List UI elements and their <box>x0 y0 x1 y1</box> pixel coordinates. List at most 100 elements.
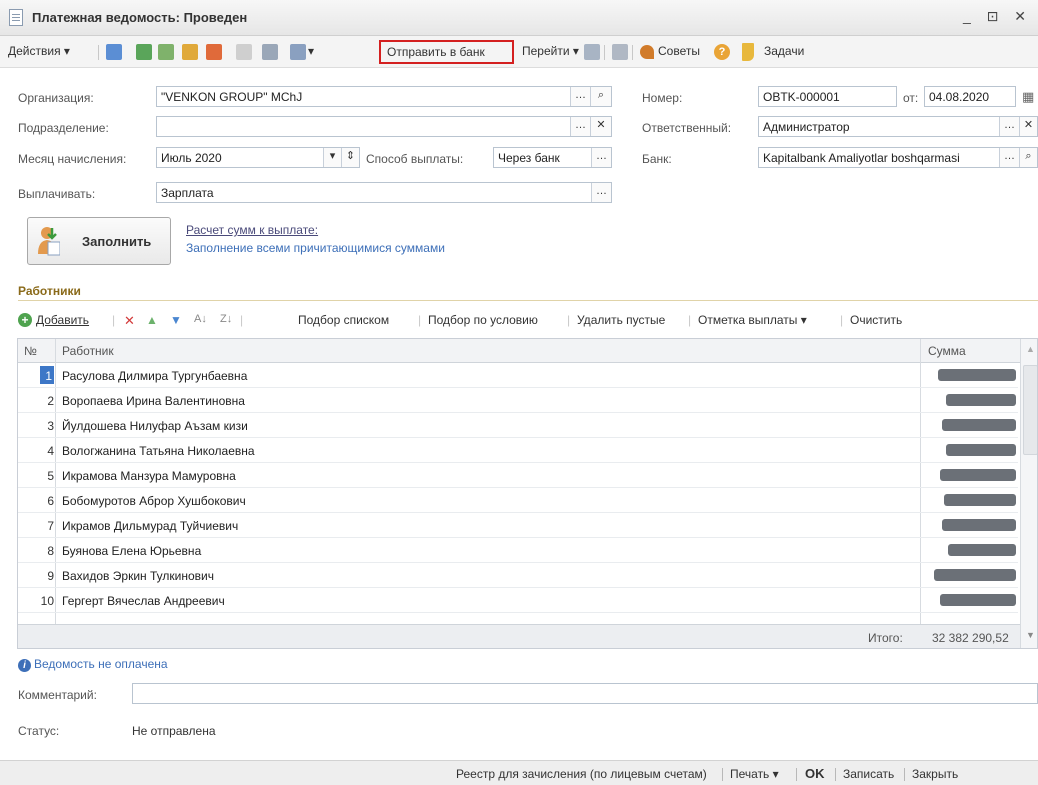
table-row[interactable]: 3 Йулдошева Нилуфар Аъзам кизи <box>18 413 1018 438</box>
table-scrollbar[interactable]: ▲ ▼ <box>1020 339 1037 648</box>
bar-separator <box>796 768 797 781</box>
document-up-icon[interactable] <box>206 44 222 60</box>
scroll-thumb[interactable] <box>1023 365 1037 455</box>
select-button[interactable]: … <box>570 117 590 136</box>
select-button[interactable]: … <box>570 87 590 106</box>
month-field[interactable]: Июль 2020 ▾ ⇕ <box>156 147 360 168</box>
toolbar-separator: | <box>840 313 844 327</box>
fill-all-link[interactable]: Заполнение всеми причитающимися суммами <box>186 241 445 255</box>
save-button[interactable]: Записать <box>843 767 894 781</box>
employees-section-title: Работники <box>18 284 81 298</box>
search-icon[interactable]: ⌕ <box>590 87 611 106</box>
add-button[interactable]: Добавить <box>36 313 89 327</box>
add-icon[interactable]: + <box>18 313 32 327</box>
sort-asc-icon[interactable]: A↓ <box>194 313 207 325</box>
employee-name: Икрамов Дильмурад Туйчиевич <box>62 519 239 533</box>
report-icon[interactable] <box>262 44 278 60</box>
document-down-icon[interactable] <box>182 44 198 60</box>
select-button[interactable]: … <box>591 183 611 202</box>
copy-icon[interactable] <box>158 44 174 60</box>
table-row[interactable]: 6 Бобомуротов Аброр Хушбокович <box>18 488 1018 513</box>
sort-desc-icon[interactable]: Z↓ <box>220 313 232 325</box>
delete-empty-button[interactable]: Удалить пустые <box>577 313 665 327</box>
toolbar-separator: | <box>418 313 422 327</box>
department-field[interactable]: … ✕ <box>156 116 612 137</box>
table-row[interactable]: 9 Вахидов Эркин Тулкинович <box>18 563 1018 588</box>
refresh-icon[interactable] <box>136 44 152 60</box>
scroll-up-icon[interactable]: ▲ <box>1026 344 1035 354</box>
bank-field[interactable]: Kapitalbank Amaliyotlar boshqarmasi … ⌕ <box>758 147 1038 168</box>
table-row[interactable]: 5 Икрамова Манзура Мамуровна <box>18 463 1018 488</box>
table-footer: Итого: 32 382 290,52 <box>18 624 1037 648</box>
date-field[interactable]: 04.08.2020 <box>924 86 1016 107</box>
bar-separator <box>722 768 723 781</box>
post-icon[interactable] <box>106 44 122 60</box>
table-row[interactable]: 10 Гергерт Вячеслав Андреевич <box>18 588 1018 613</box>
ok-button[interactable]: OK <box>805 766 825 781</box>
column-employee[interactable]: Работник <box>62 344 114 358</box>
delete-icon[interactable]: ✕ <box>124 313 135 329</box>
row-number: 2 <box>47 394 54 408</box>
registry-button[interactable]: Реестр для зачисления (по лицевым счетам… <box>456 767 707 781</box>
tasks-icon[interactable] <box>742 43 754 61</box>
calendar-icon[interactable]: ▦ <box>1022 89 1034 105</box>
redacted-sum <box>944 494 1016 506</box>
structure-dropdown-icon[interactable]: ▾ <box>308 44 314 58</box>
table-row[interactable]: 7 Икрамов Дильмурад Туйчиевич <box>18 513 1018 538</box>
pay-type-field[interactable]: Зарплата … <box>156 182 612 203</box>
spinner-icon[interactable]: ⇕ <box>341 148 359 167</box>
organization-label: Организация: <box>18 91 94 105</box>
print-preview-icon[interactable] <box>584 44 600 60</box>
status-value: Не отправлена <box>132 724 216 738</box>
employees-table[interactable]: № Работник Сумма 1 Расулова Дилмира Тургу… <box>17 338 1038 649</box>
calc-sums-link[interactable]: Расчет сумм к выплате: <box>186 223 318 237</box>
list-icon[interactable] <box>612 44 628 60</box>
table-row[interactable]: 4 Вологжанина Татьяна Николаевна <box>18 438 1018 463</box>
select-button[interactable]: … <box>591 148 611 167</box>
comment-field[interactable] <box>132 683 1038 704</box>
table-row[interactable]: 8 Буянова Елена Юрьевна <box>18 538 1018 563</box>
table-row[interactable]: 1 Расулова Дилмира Тургунбаевна <box>18 363 1018 388</box>
responsible-field[interactable]: Администратор … ✕ <box>758 116 1038 137</box>
status-label: Статус: <box>18 724 60 738</box>
send-to-bank-button[interactable]: Отправить в банк <box>379 40 514 64</box>
not-paid-notice[interactable]: i Ведомость не оплачена <box>18 657 168 672</box>
search-icon[interactable]: ⌕ <box>1019 148 1037 167</box>
sort-icon[interactable] <box>236 44 252 60</box>
pick-condition-button[interactable]: Подбор по условию <box>428 313 538 327</box>
pay-method-field[interactable]: Через банк … <box>493 147 612 168</box>
section-divider <box>18 300 1038 301</box>
go-to-menu[interactable]: Перейти ▾ <box>522 44 579 58</box>
structure-icon[interactable] <box>290 44 306 60</box>
clear-icon[interactable]: ✕ <box>1019 117 1037 136</box>
scroll-down-icon[interactable]: ▼ <box>1026 630 1035 640</box>
help-icon[interactable]: ? <box>714 44 730 60</box>
close-button[interactable]: Закрыть <box>912 767 1038 781</box>
pick-list-button[interactable]: Подбор списком <box>298 313 389 327</box>
fill-button[interactable]: Заполнить <box>27 217 171 265</box>
clear-button[interactable]: Очистить <box>850 313 902 327</box>
column-sum[interactable]: Сумма <box>928 344 966 358</box>
window-controls[interactable]: _ ⊡ ✕ <box>963 8 1032 25</box>
column-num[interactable]: № <box>24 344 37 358</box>
print-menu[interactable]: Печать ▾ <box>730 767 779 781</box>
tips-icon[interactable] <box>640 45 654 59</box>
toolbar-separator: | <box>112 313 116 327</box>
select-button[interactable]: … <box>999 148 1019 167</box>
select-button[interactable]: … <box>999 117 1019 136</box>
tasks-button[interactable]: Задачи <box>764 44 804 58</box>
toolbar-separator: | <box>240 313 244 327</box>
move-up-icon[interactable]: ▲ <box>146 313 158 327</box>
number-field[interactable]: OBTK-000001 <box>758 86 897 107</box>
bar-separator <box>904 768 905 781</box>
row-number: 10 <box>40 594 54 608</box>
organization-field[interactable]: "VENKON GROUP" MChJ … ⌕ <box>156 86 612 107</box>
clear-icon[interactable]: ✕ <box>590 117 611 136</box>
table-row[interactable]: 2 Воропаева Ирина Валентиновна <box>18 388 1018 413</box>
tips-button[interactable]: Советы <box>658 44 700 58</box>
move-down-icon[interactable]: ▼ <box>170 313 182 327</box>
actions-menu[interactable]: Действия ▾ <box>8 44 70 58</box>
chevron-down-icon[interactable]: ▾ <box>323 148 341 167</box>
payment-mark-menu[interactable]: Отметка выплаты ▾ <box>698 313 807 327</box>
redacted-sum <box>940 469 1016 481</box>
